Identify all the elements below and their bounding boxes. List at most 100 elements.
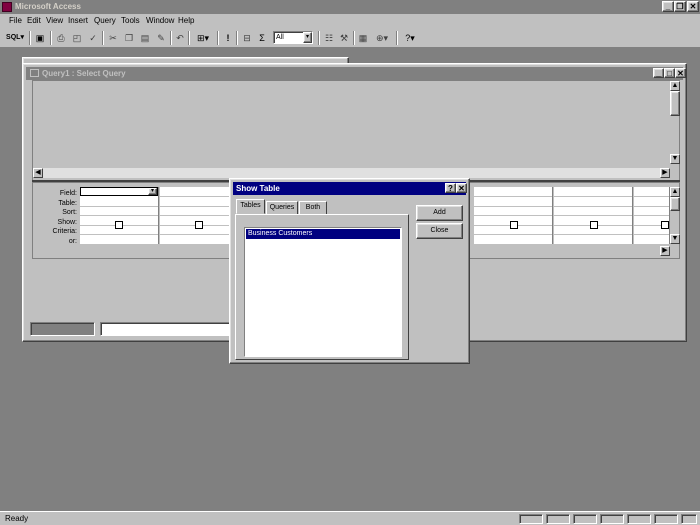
- table-list[interactable]: Business Customers: [244, 227, 402, 357]
- scroll-up-button[interactable]: ▲: [670, 81, 680, 91]
- access-key-icon[interactable]: [2, 2, 12, 12]
- run-icon: !: [226, 33, 230, 43]
- query-icon: [30, 69, 39, 77]
- new-object-icon: ⊕: [375, 33, 384, 43]
- dialog-title-bar: Show Table ? ✕: [233, 182, 467, 195]
- database-window-button[interactable]: ▦: [356, 31, 370, 45]
- menu-tools[interactable]: Tools: [121, 16, 140, 25]
- menu-edit[interactable]: Edit: [27, 16, 41, 25]
- toolbar: SQL▾ ▣ ⎙ ◰ ✓ ✂ ❐ ▤ ✎ ↶ ⊞▾ ! ⊟ Σ All ▾ ☷ …: [0, 28, 700, 48]
- clipboard-icon: ▤: [140, 33, 150, 43]
- new-object-button[interactable]: ⊕▾: [371, 31, 393, 45]
- grid-scroll-up-button[interactable]: ▲: [670, 187, 680, 197]
- undo-button[interactable]: ↶: [173, 31, 187, 45]
- spelling-icon: ✓: [89, 33, 97, 43]
- menu-file[interactable]: File: [9, 16, 22, 25]
- grid-column[interactable]: ▾: [80, 187, 159, 244]
- table-pane[interactable]: ▲ ▼ ◀ ▶: [32, 80, 680, 181]
- query-maximize-button[interactable]: □: [664, 68, 675, 78]
- row-label-field: Field:: [59, 190, 77, 197]
- grid-column[interactable]: [554, 187, 633, 244]
- build-button[interactable]: ⚒: [337, 31, 351, 45]
- dialog-title: Show Table: [236, 184, 280, 193]
- restore-button[interactable]: ❐: [674, 1, 686, 12]
- query-type-button[interactable]: ⊞▾: [192, 31, 214, 45]
- dialog-help-button[interactable]: ?: [445, 183, 456, 193]
- show-table-dialog[interactable]: Show Table ? ✕ Tables Queries Both Busin…: [229, 178, 470, 364]
- chevron-down-icon[interactable]: ▾: [148, 188, 157, 195]
- horizontal-scroll-track[interactable]: [43, 168, 660, 178]
- close-icon: ✕: [458, 184, 465, 193]
- query-status-panel: [30, 322, 95, 336]
- scroll-left-button[interactable]: ◀: [33, 168, 43, 178]
- properties-icon: ☷: [324, 33, 334, 43]
- status-panel: [546, 514, 570, 524]
- copy-icon: ❐: [124, 33, 134, 43]
- show-checkbox[interactable]: [510, 221, 518, 229]
- grid-scroll-right-button[interactable]: ▶: [660, 246, 670, 256]
- preview-icon: ◰: [72, 33, 82, 43]
- totals-button[interactable]: Σ: [255, 31, 269, 45]
- chevron-down-icon[interactable]: ▾: [303, 32, 312, 43]
- close-button[interactable]: ✕: [687, 1, 699, 12]
- grid-vertical-scroll-thumb[interactable]: [670, 197, 680, 211]
- query-title: Query1 : Select Query: [42, 69, 126, 78]
- help-icon: ?: [405, 33, 411, 43]
- tab-both[interactable]: Both: [299, 201, 327, 214]
- row-label-or: or:: [68, 238, 77, 245]
- scroll-down-button[interactable]: ▼: [670, 154, 680, 164]
- menu-view[interactable]: View: [46, 16, 63, 25]
- status-panel: [519, 514, 543, 524]
- query-close-button[interactable]: ✕: [675, 68, 686, 78]
- copy-button[interactable]: ❐: [122, 31, 136, 45]
- show-checkbox[interactable]: [115, 221, 123, 229]
- show-checkbox[interactable]: [590, 221, 598, 229]
- grid-column[interactable]: [474, 187, 553, 244]
- show-table-button[interactable]: ⊟: [240, 31, 254, 45]
- view-sql-button[interactable]: SQL▾: [4, 31, 26, 45]
- top-values-value: All: [276, 34, 284, 41]
- spelling-button[interactable]: ✓: [86, 31, 100, 45]
- show-checkbox[interactable]: [661, 221, 669, 229]
- grid-column[interactable]: [160, 187, 239, 244]
- grid-scroll-down-button[interactable]: ▼: [670, 234, 680, 244]
- close-dialog-button[interactable]: Close: [416, 223, 463, 239]
- toolbar-separator: [29, 31, 31, 45]
- status-panel: [681, 514, 697, 524]
- tab-queries[interactable]: Queries: [266, 201, 298, 214]
- status-text: Ready: [5, 514, 29, 523]
- menu-insert[interactable]: Insert: [68, 16, 88, 25]
- top-values-select[interactable]: All ▾: [273, 31, 313, 44]
- office-assistant-button[interactable]: ?▾: [400, 31, 420, 45]
- print-preview-button[interactable]: ◰: [70, 31, 84, 45]
- show-checkbox[interactable]: [195, 221, 203, 229]
- run-button[interactable]: !: [221, 31, 235, 45]
- show-table-icon: ⊟: [243, 33, 251, 43]
- query-minimize-button[interactable]: _: [653, 68, 664, 78]
- grid-column[interactable]: [634, 187, 670, 244]
- menu-window[interactable]: Window: [146, 16, 174, 25]
- save-button[interactable]: ▣: [33, 31, 47, 45]
- tab-panel: Business Customers: [235, 214, 409, 360]
- print-button[interactable]: ⎙: [54, 31, 68, 45]
- undo-icon: ↶: [176, 33, 184, 43]
- toolbar-separator: [353, 31, 355, 45]
- vertical-scroll-thumb[interactable]: [670, 91, 680, 116]
- menu-query[interactable]: Query: [94, 16, 116, 25]
- list-item[interactable]: Business Customers: [246, 229, 400, 239]
- toolbar-separator: [102, 31, 104, 45]
- printer-icon: ⎙: [57, 33, 65, 43]
- toolbar-separator: [318, 31, 320, 45]
- add-button[interactable]: Add: [416, 205, 463, 221]
- tab-tables[interactable]: Tables: [236, 199, 265, 214]
- paste-button[interactable]: ▤: [138, 31, 152, 45]
- toolbar-separator: [217, 31, 219, 45]
- field-cell[interactable]: ▾: [80, 187, 158, 196]
- properties-button[interactable]: ☷: [322, 31, 336, 45]
- format-painter-button[interactable]: ✎: [154, 31, 168, 45]
- scroll-right-button[interactable]: ▶: [660, 168, 670, 178]
- cut-button[interactable]: ✂: [106, 31, 120, 45]
- minimize-button[interactable]: _: [662, 1, 674, 12]
- menu-help[interactable]: Help: [178, 16, 194, 25]
- dialog-close-button[interactable]: ✕: [456, 183, 467, 193]
